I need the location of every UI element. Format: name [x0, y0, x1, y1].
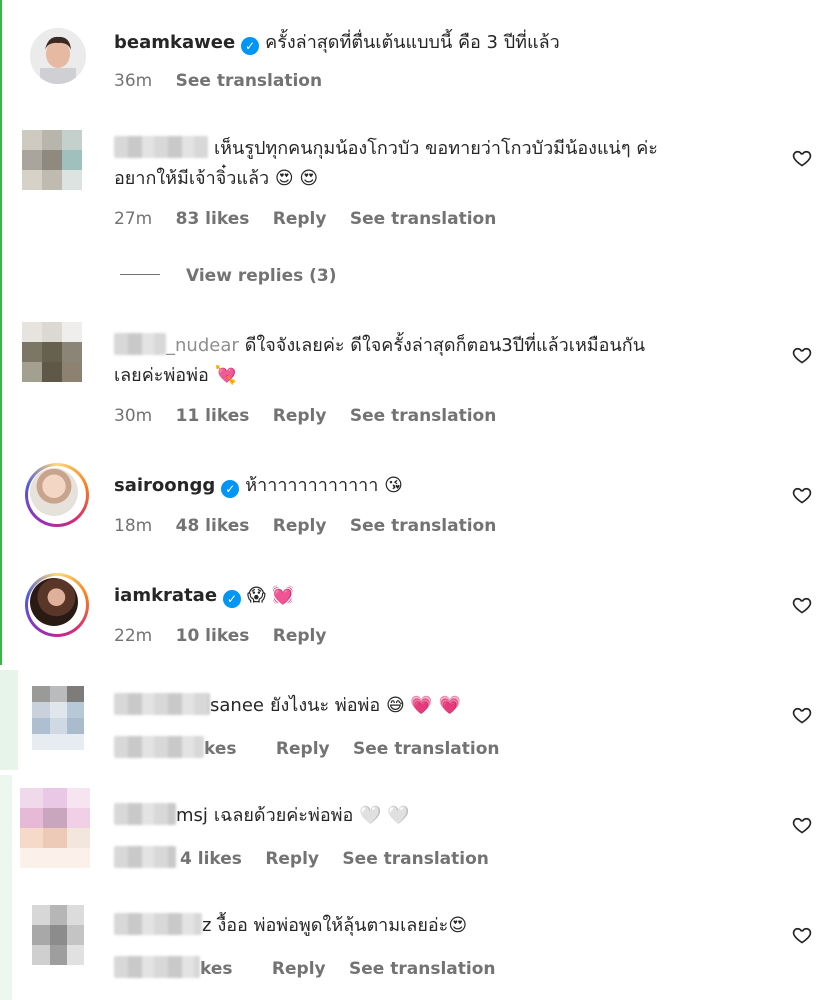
comment-text: ดีใจจังเลยค่ะ ดีใจครั้งล่าสุดก็ตอน3ปีที่… — [244, 335, 645, 356]
blurred-username — [114, 136, 208, 158]
see-translation-button[interactable]: See translation — [176, 71, 322, 91]
verified-badge-icon: ✓ — [221, 480, 240, 498]
verified-badge-icon: ✓ — [223, 590, 242, 608]
see-translation-button[interactable]: See translation — [350, 209, 496, 229]
likes-count[interactable]: 83 likes — [176, 209, 250, 229]
heart-eyes-emoji: 😍 😍 — [274, 168, 319, 189]
comment-username-partial[interactable]: _nudear — [166, 335, 239, 356]
reply-button[interactable]: Reply — [273, 626, 327, 646]
likes-count[interactable]: 4 likes — [180, 849, 242, 869]
avatar[interactable] — [30, 28, 86, 84]
comment-text: ห้าาาาาาาาาาาา — [245, 475, 379, 496]
comment-username-partial[interactable]: z — [202, 915, 211, 936]
blurred-username — [114, 803, 176, 825]
heart-outline-icon[interactable] — [792, 485, 812, 505]
scream-heart-emoji: 😱 💓 — [247, 585, 294, 606]
reply-button[interactable]: Reply — [276, 739, 330, 759]
comment-text-continued: อยากให้มีเจ้าจิ๋วแล้ว — [114, 168, 270, 189]
likes-count-partial[interactable]: kes — [200, 959, 233, 979]
see-translation-button[interactable]: See translation — [350, 516, 496, 536]
avatar-story-ring[interactable] — [25, 463, 89, 527]
comment-text-continued: เลยค่ะพ่อพ่อ — [114, 365, 209, 386]
avatar[interactable] — [32, 905, 84, 965]
blurred-time-likes — [114, 956, 200, 978]
kiss-emoji: 😘 — [384, 475, 403, 496]
likes-count[interactable]: 11 likes — [176, 406, 250, 426]
blurred-time — [114, 846, 176, 868]
see-translation-button[interactable]: See translation — [349, 959, 495, 979]
comment-time[interactable]: 27m — [114, 209, 152, 229]
blurred-username — [114, 913, 202, 935]
reply-button[interactable]: Reply — [273, 209, 327, 229]
avatar[interactable] — [32, 686, 84, 750]
comment-text: งื้ออ พ่อพ่อพูดให้ลุ้นตามเลยอ่ะ — [217, 915, 449, 936]
left-tint-b — [0, 775, 12, 1000]
reply-button[interactable]: Reply — [272, 959, 326, 979]
heart-eyes-emoji: 😍 — [448, 915, 468, 936]
comment-time[interactable]: 22m — [114, 626, 152, 646]
left-tint-a — [0, 670, 18, 770]
reply-button[interactable]: Reply — [265, 849, 319, 869]
avatar-story-ring[interactable] — [25, 573, 89, 637]
replies-divider — [120, 274, 160, 275]
laugh-hearts-emoji: 😅 💗 💗 — [385, 695, 461, 716]
left-accent-bar — [0, 0, 2, 665]
reply-button[interactable]: Reply — [273, 406, 327, 426]
comment-username-partial[interactable]: msj — [176, 805, 208, 826]
view-replies-label: View replies (3) — [186, 266, 337, 286]
avatar[interactable] — [22, 130, 82, 190]
blurred-username — [114, 693, 210, 715]
blurred-time-likes — [114, 736, 204, 758]
blurred-username — [114, 333, 166, 355]
likes-count[interactable]: 48 likes — [176, 516, 250, 536]
verified-badge-icon: ✓ — [241, 37, 260, 55]
comment-username-partial[interactable]: sanee — [210, 695, 264, 716]
view-replies-button[interactable]: View replies (3) — [120, 266, 337, 286]
comment-username[interactable]: sairoongg — [114, 475, 215, 496]
likes-count-partial[interactable]: kes — [204, 739, 237, 759]
heart-outline-icon[interactable] — [792, 815, 812, 835]
heart-outline-icon[interactable] — [792, 345, 812, 365]
comment-username[interactable]: iamkratae — [114, 585, 217, 606]
heart-outline-icon[interactable] — [792, 148, 812, 168]
reply-button[interactable]: Reply — [273, 516, 327, 536]
comment-text: ยังไงนะ พ่อพ่อ — [269, 695, 381, 716]
comment-time[interactable]: 30m — [114, 406, 152, 426]
avatar[interactable] — [20, 788, 90, 868]
heart-outline-icon[interactable] — [792, 925, 812, 945]
comment-text: เฉลยด้วยค่ะพ่อพ่อ — [213, 805, 354, 826]
comment-time[interactable]: 18m — [114, 516, 152, 536]
comment-text: ครั้งล่าสุดที่ตื่นเต้นแบบนี้ คือ 3 ปีที่… — [265, 32, 560, 53]
comment-username[interactable]: beamkawee — [114, 32, 235, 53]
likes-count[interactable]: 10 likes — [176, 626, 250, 646]
see-translation-button[interactable]: See translation — [342, 849, 488, 869]
avatar[interactable] — [22, 322, 82, 382]
heart-outline-icon[interactable] — [792, 705, 812, 725]
see-translation-button[interactable]: See translation — [350, 406, 496, 426]
white-heart-emoji: 🤍 🤍 — [359, 805, 410, 826]
heart-outline-icon[interactable] — [792, 595, 812, 615]
heart-arrow-emoji: 💘 — [214, 365, 237, 386]
see-translation-button[interactable]: See translation — [353, 739, 499, 759]
comment-text: เห็นรูปทุกคนกุมน้องโกวบัว ขอทายว่าโกวบัว… — [214, 138, 658, 159]
comment-time[interactable]: 36m — [114, 71, 152, 91]
